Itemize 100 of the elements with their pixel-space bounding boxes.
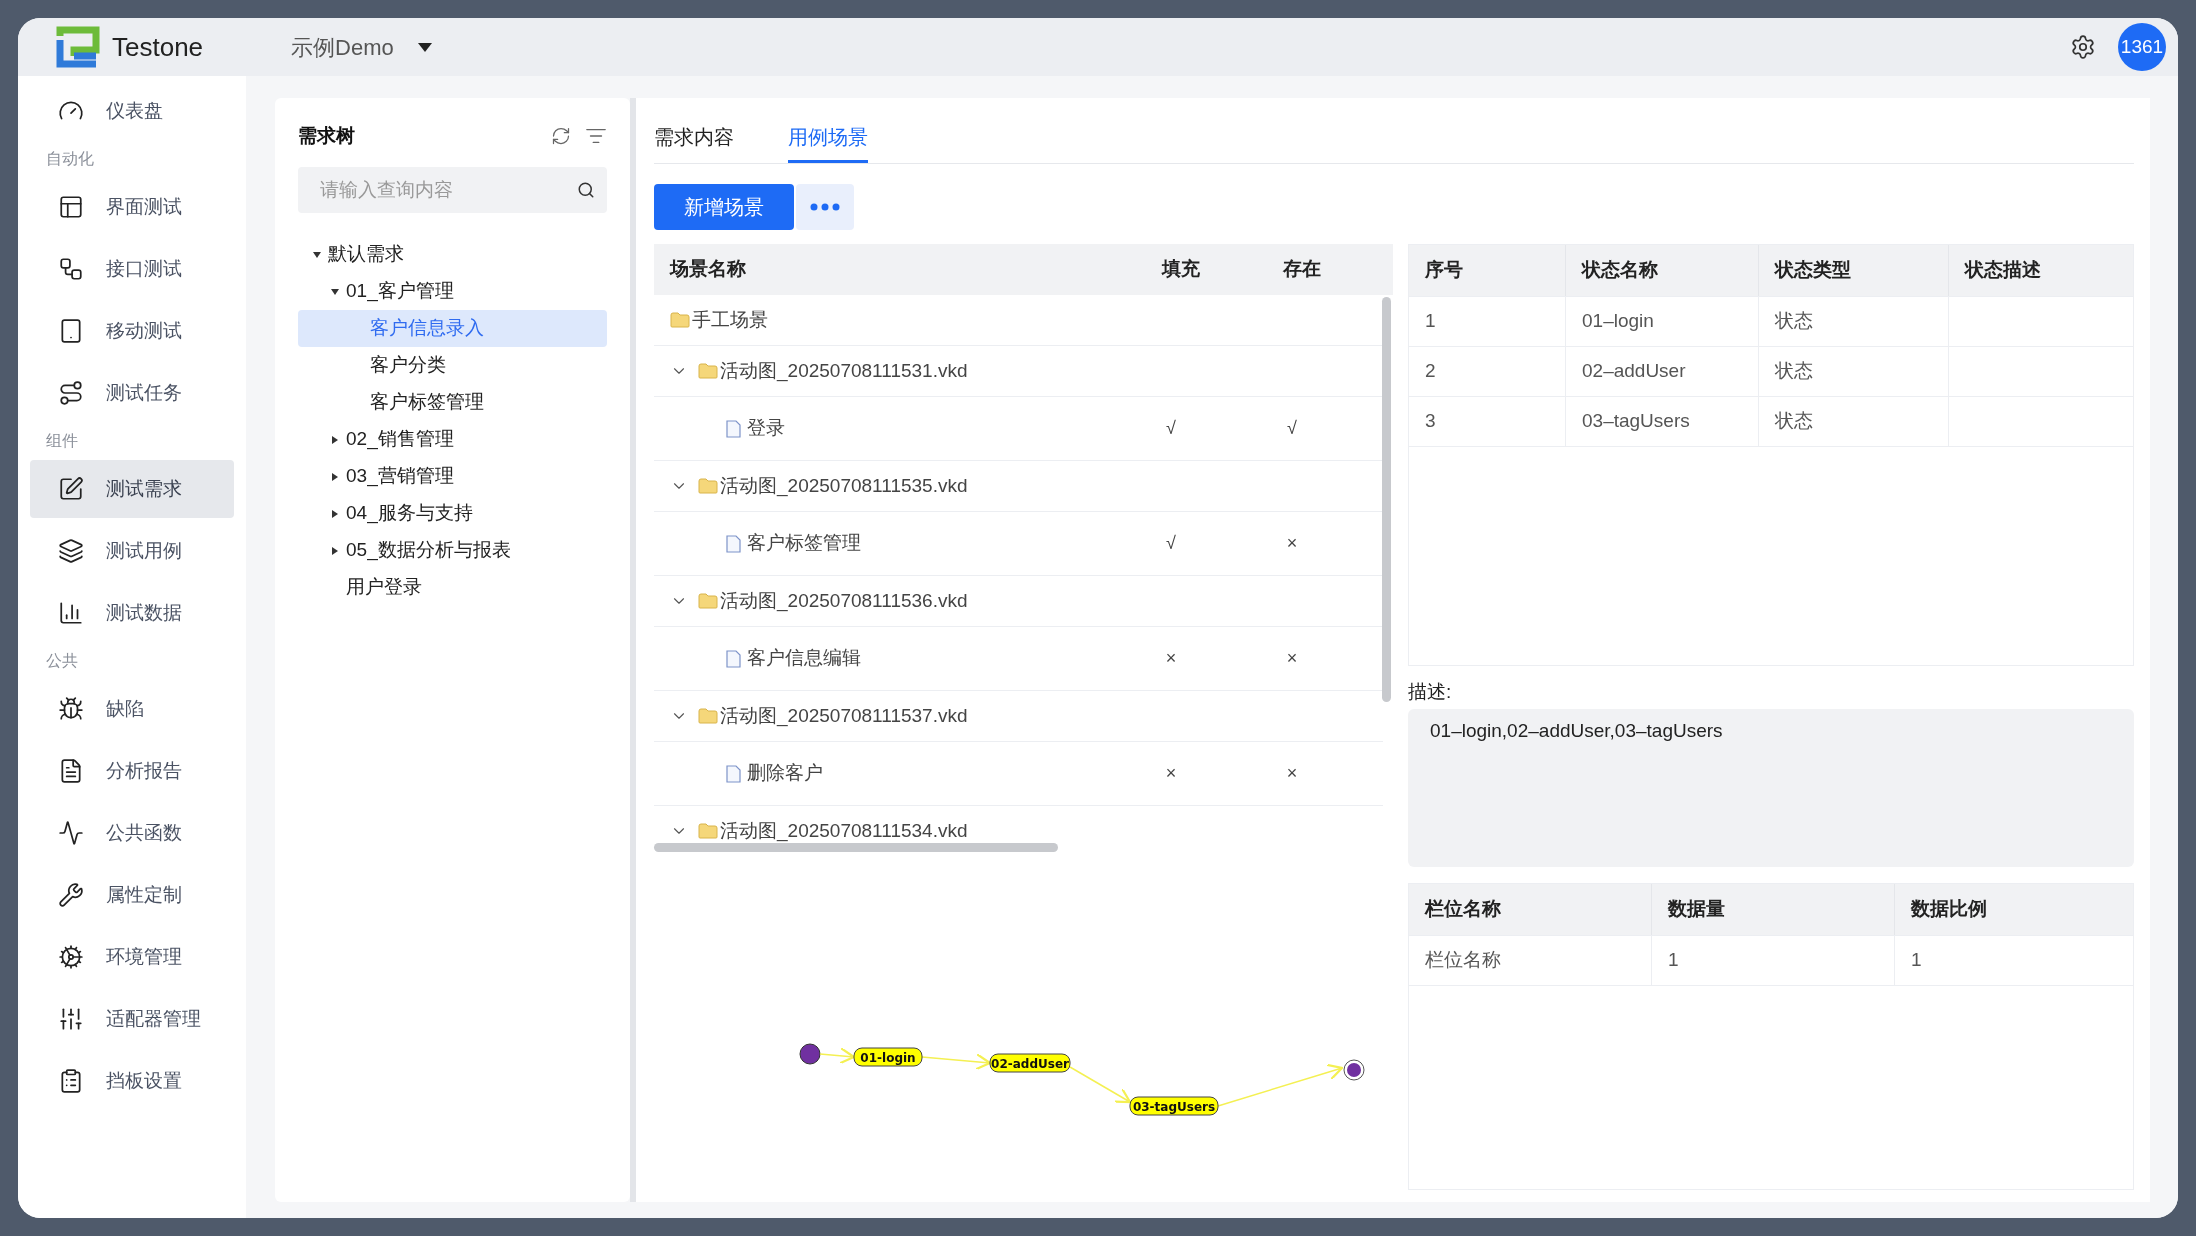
wrench-icon [58,882,84,908]
tree-item[interactable]: 05_数据分析与报表 [298,532,607,569]
table-cell-text: 1 [1668,947,1679,972]
tree-item[interactable]: 04_服务与支持 [298,495,607,532]
table-cell-text: 02–addUser [1582,359,1686,384]
scenario-name[interactable]: 删除客户 [747,759,823,788]
panel-title: 需求树 [298,123,355,148]
tree-item[interactable]: 02_销售管理 [298,421,607,458]
tablet-icon [58,318,84,344]
brand-name: Testone [112,30,204,64]
tree-item[interactable]: 客户分类 [298,347,607,384]
tree-item[interactable]: 03_营销管理 [298,458,607,495]
folder-name[interactable]: 活动图_20250708111531.vkd [720,356,968,386]
column-header: 状态类型 [1759,245,1949,296]
sidebar-item[interactable]: 仪表盘 [30,82,234,140]
caret-right-icon[interactable] [330,471,340,482]
folder-name[interactable]: 手工场景 [692,305,768,335]
caret-down-icon[interactable] [330,286,340,297]
avatar[interactable]: 1361 [2118,23,2166,71]
caret-down-icon[interactable] [312,249,322,260]
table-cell-text: 状态 [1775,359,1813,384]
folder-name[interactable]: 活动图_20250708111537.vkd [720,701,968,731]
tree-item[interactable]: 客户标签管理 [298,384,607,421]
table-cell-text: 1 [1911,947,1922,972]
more-button[interactable] [796,184,854,230]
search-field[interactable]: 请输入查询内容 [298,167,607,213]
scrollbar[interactable] [1382,297,1391,702]
caret-right-icon[interactable] [330,434,340,445]
logo-icon [56,26,100,68]
folder-icon [698,823,718,839]
more-icon [810,203,840,211]
tab[interactable]: 用例场景 [788,122,868,163]
sidebar-item[interactable]: 分析报告 [30,742,234,800]
section-label: 组件 [45,431,79,451]
status-mark: × [1286,532,1298,555]
caret-right-icon[interactable] [330,508,340,519]
description-box: 01–login,02–addUser,03–tagUsers [1408,708,2134,867]
sliders-icon [58,1006,84,1032]
sidebar-item[interactable]: 界面测试 [30,178,234,236]
tree-item[interactable]: 客户信息录入 [298,310,607,347]
tree-item[interactable]: 01_客户管理 [298,273,607,310]
column-header: 数据量 [1652,883,1895,935]
folder-name[interactable]: 活动图_20250708111534.vkd [720,816,968,846]
folder-icon [698,478,718,494]
status-mark: × [1165,647,1177,670]
folder-icon [698,593,718,609]
state-node: 02-addUser [989,1053,1071,1073]
table-header: 场景名称 填充 存在 [654,244,1393,295]
sidebar-item[interactable]: 测试用例 [30,522,234,580]
folder-name[interactable]: 活动图_20250708111535.vkd [720,471,968,501]
status-mark: × [1165,762,1177,785]
sidebar-item[interactable]: 环境管理 [30,928,234,986]
clipboard-icon [58,1068,84,1094]
status-mark: √ [1287,417,1297,440]
project-selector[interactable]: 示例Demo [291,30,432,64]
tab[interactable]: 需求内容 [654,122,734,163]
table-cell-text: 栏位名称 [1425,947,1501,972]
section-label: 公共 [45,651,79,671]
file-icon [726,649,741,668]
caret-right-icon[interactable] [330,545,340,556]
tree-item[interactable]: 用户登录 [298,569,607,606]
search-icon[interactable] [577,181,595,199]
refresh-icon[interactable] [551,126,571,146]
table-cell-text: 状态 [1775,309,1813,334]
table-cell-text: 01–login [1582,309,1654,334]
file-icon [726,764,741,783]
curve-icon [58,820,84,846]
table-cell-text: 1 [1425,309,1436,334]
sidebar-item[interactable]: 测试需求 [30,460,234,518]
sidebar-item[interactable]: 测试任务 [30,364,234,422]
scenario-name[interactable]: 客户信息编辑 [747,644,861,673]
bug-icon [58,696,84,722]
sidebar-item[interactable]: 接口测试 [30,240,234,298]
scenario-name[interactable]: 登录 [747,414,785,443]
sidebar-item[interactable]: 移动测试 [30,302,234,360]
column-header: 状态名称 [1566,245,1759,296]
scenario-name[interactable]: 客户标签管理 [747,529,861,558]
sidebar-item[interactable]: 公共函数 [30,804,234,862]
sidebar-item[interactable]: 属性定制 [30,866,234,924]
status-mark: √ [1166,417,1176,440]
sidebar-item[interactable]: 测试数据 [30,584,234,642]
folder-icon [698,363,718,379]
route-icon [58,380,84,406]
scrollbar[interactable] [654,843,1058,852]
column-header: 栏位名称 [1409,883,1652,935]
layers-icon [58,538,84,564]
tree-item[interactable]: 默认需求 [298,236,607,273]
folder-icon [670,312,690,328]
settings-icon[interactable] [2070,34,2096,60]
table-cell-text: 状态 [1775,409,1813,434]
gear-icon [58,944,84,970]
sidebar-item[interactable]: 适配器管理 [30,990,234,1048]
bar-chart-icon [58,600,84,626]
folder-name[interactable]: 活动图_20250708111536.vkd [720,586,968,616]
sidebar-item[interactable]: 缺陷 [30,680,234,738]
file-icon [726,534,741,553]
end-node [1343,1059,1365,1081]
add-scenario-button[interactable]: 新增场景 [654,184,794,230]
sidebar-item[interactable]: 挡板设置 [30,1052,234,1110]
description-label: 描述: [1408,680,1453,704]
